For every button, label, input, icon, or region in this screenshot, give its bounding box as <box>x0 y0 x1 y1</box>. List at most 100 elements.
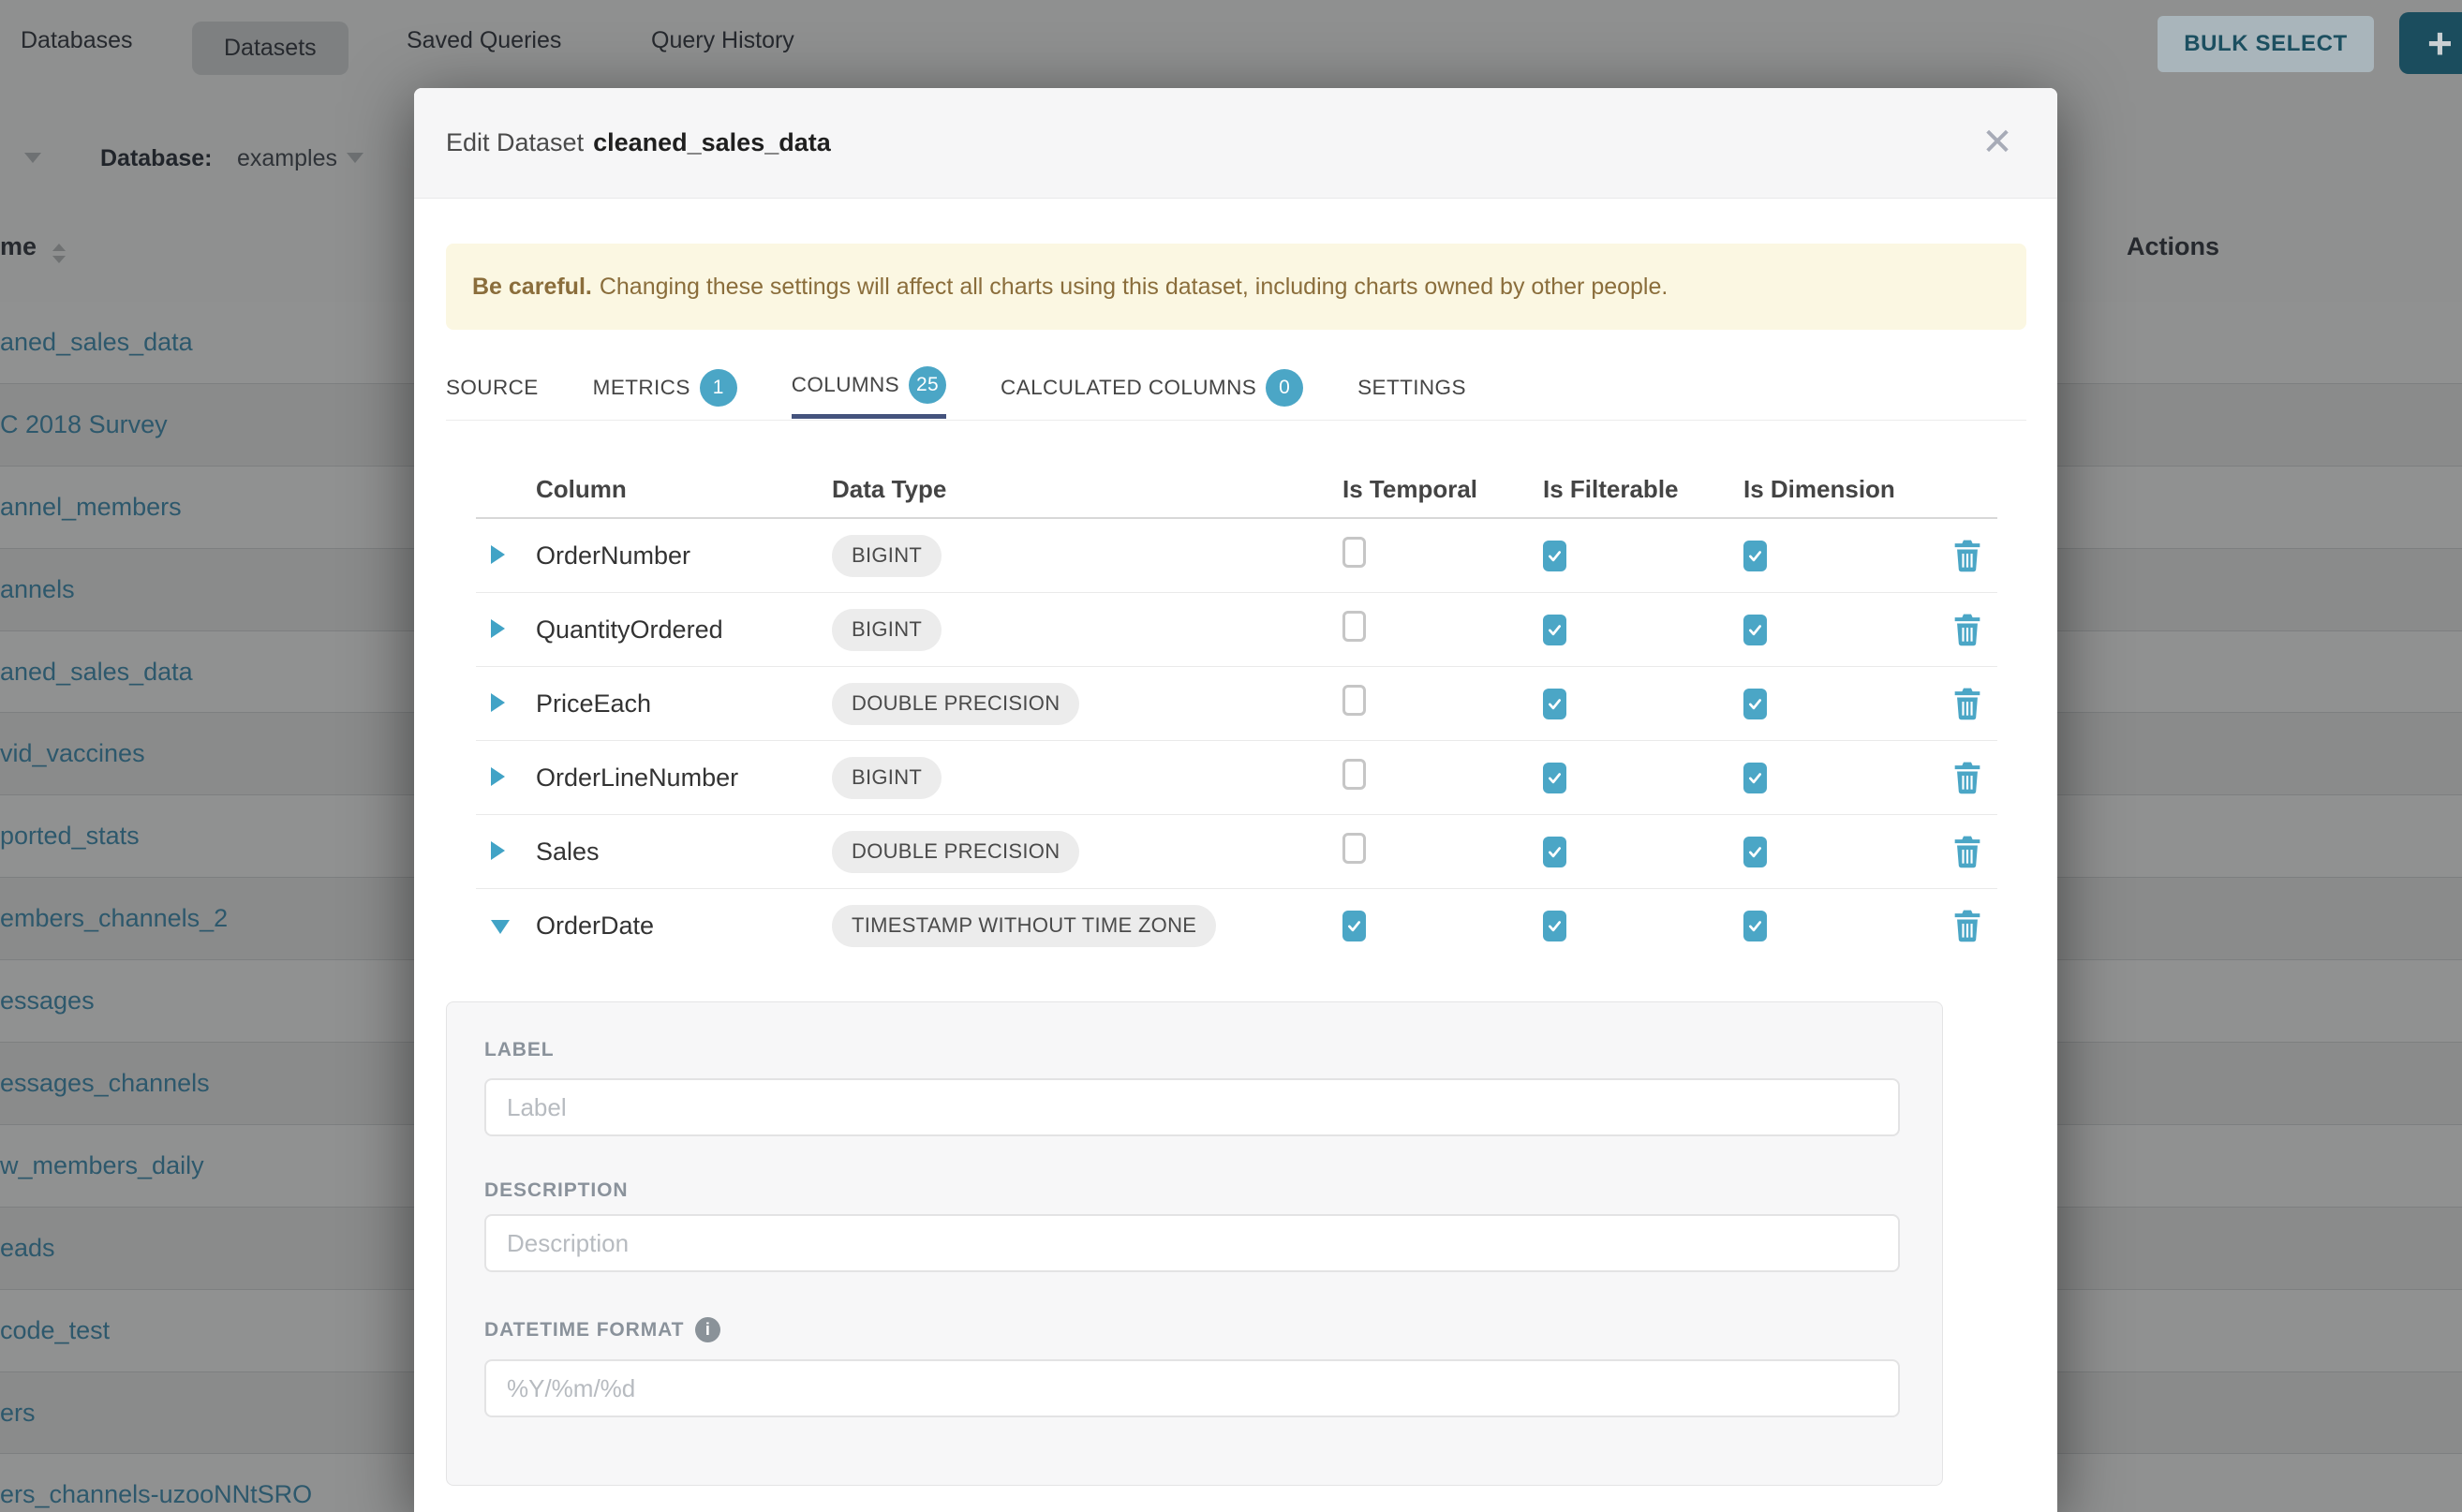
tab-columns[interactable]: COLUMNS25 <box>792 356 946 419</box>
checkbox-checked[interactable] <box>1743 615 1767 645</box>
delete-icon[interactable] <box>1953 761 1981 794</box>
dataset-link[interactable]: aned_sales_data <box>0 328 193 357</box>
dataset-link[interactable]: annel_members <box>0 493 182 522</box>
checkbox-checked[interactable] <box>1543 837 1566 867</box>
screen: Databases Datasets Saved Queries Query H… <box>0 0 2462 1512</box>
delete-icon[interactable] <box>1953 539 1981 572</box>
checkbox-unchecked[interactable] <box>1342 759 1366 790</box>
warning-bold: Be careful. <box>472 274 592 301</box>
checkbox-checked[interactable] <box>1743 837 1767 867</box>
tab-count-badge: 0 <box>1266 369 1303 407</box>
header-column: Column <box>536 475 832 504</box>
modal-title-dataset-name: cleaned_sales_data <box>593 128 831 157</box>
database-filter-value[interactable]: examples <box>237 145 337 172</box>
checkbox-checked[interactable] <box>1543 615 1566 645</box>
checkbox-checked[interactable] <box>1543 689 1566 719</box>
tab-label: SOURCE <box>446 376 539 400</box>
dataset-link[interactable]: w_members_daily <box>0 1151 204 1180</box>
checkbox-checked[interactable] <box>1743 689 1767 719</box>
data-type-pill: TIMESTAMP WITHOUT TIME ZONE <box>832 905 1216 947</box>
expand-caret-icon[interactable] <box>491 693 505 712</box>
tab-label: CALCULATED COLUMNS <box>1001 376 1256 400</box>
nav-tab-databases[interactable]: Databases <box>21 0 133 82</box>
tab-metrics[interactable]: METRICS1 <box>593 356 737 419</box>
data-type-pill: DOUBLE PRECISION <box>832 831 1079 873</box>
nav-tab-query-history[interactable]: Query History <box>651 0 794 82</box>
description-input[interactable] <box>484 1214 1900 1272</box>
warning-text: Changing these settings will affect all … <box>600 274 1669 301</box>
tab-label: METRICS <box>593 376 690 400</box>
close-icon[interactable]: ✕ <box>1975 120 2020 165</box>
column-name: OrderNumber <box>536 541 832 571</box>
dataset-link[interactable]: embers_channels_2 <box>0 904 228 933</box>
checkbox-unchecked[interactable] <box>1342 611 1366 642</box>
datetime-format-label-text: DATETIME FORMAT <box>484 1319 684 1342</box>
checkbox-checked[interactable] <box>1543 763 1566 793</box>
column-name: OrderLineNumber <box>536 763 832 793</box>
database-filter-label: Database: <box>100 145 213 172</box>
checkbox-unchecked[interactable] <box>1342 685 1366 716</box>
header-is-dimension: Is Dimension <box>1738 475 1938 504</box>
collapse-caret-icon[interactable] <box>491 920 510 934</box>
dataset-link[interactable]: eads <box>0 1234 55 1263</box>
expand-caret-icon[interactable] <box>491 767 505 786</box>
checkbox-checked[interactable] <box>1743 911 1767 941</box>
checkbox-unchecked[interactable] <box>1342 833 1366 864</box>
column-detail-panel: LABEL DESCRIPTION DATETIME FORMAT i <box>446 1001 1943 1486</box>
dataset-link[interactable]: essages_channels <box>0 1069 210 1098</box>
delete-icon[interactable] <box>1953 909 1981 942</box>
modal-title: Edit Dataset cleaned_sales_data <box>446 88 831 198</box>
warning-banner: Be careful. Changing these settings will… <box>446 244 2026 330</box>
nav-tab-saved-queries[interactable]: Saved Queries <box>407 0 561 82</box>
header-is-temporal: Is Temporal <box>1337 475 1537 504</box>
dataset-link[interactable]: code_test <box>0 1316 110 1345</box>
dataset-link[interactable]: annels <box>0 575 75 604</box>
dataset-link[interactable]: vid_vaccines <box>0 739 145 768</box>
checkbox-checked[interactable] <box>1543 541 1566 571</box>
columns-table-header: Column Data Type Is Temporal Is Filterab… <box>476 461 1997 519</box>
bulk-select-button[interactable]: BULK SELECT <box>2158 16 2374 72</box>
checkbox-checked[interactable] <box>1743 763 1767 793</box>
column-row: PriceEachDOUBLE PRECISION <box>476 667 1997 741</box>
delete-icon[interactable] <box>1953 835 1981 868</box>
checkbox-checked[interactable] <box>1543 911 1566 941</box>
checkbox-unchecked[interactable] <box>1342 537 1366 568</box>
dataset-link[interactable]: C 2018 Survey <box>0 410 168 439</box>
filter-chevron-down-icon[interactable] <box>24 153 41 163</box>
tab-settings[interactable]: SETTINGS <box>1357 356 1466 419</box>
tab-calculated-columns[interactable]: CALCULATED COLUMNS 0 <box>1001 356 1303 419</box>
expand-caret-icon[interactable] <box>491 619 505 638</box>
delete-icon[interactable] <box>1953 613 1981 646</box>
datetime-format-input[interactable] <box>484 1359 1900 1417</box>
description-field-label: DESCRIPTION <box>484 1179 628 1202</box>
database-chevron-down-icon[interactable] <box>347 153 363 163</box>
plus-icon: + <box>2427 18 2453 68</box>
expand-caret-icon[interactable] <box>491 545 505 564</box>
tab-label: SETTINGS <box>1357 376 1466 400</box>
label-input[interactable] <box>484 1078 1900 1136</box>
data-type-pill: BIGINT <box>832 535 942 577</box>
label-field-label: LABEL <box>484 1039 555 1061</box>
nav-tab-datasets-active[interactable]: Datasets <box>192 22 349 75</box>
dataset-link[interactable]: ers_channels-uzooNNtSRO <box>0 1480 312 1509</box>
datetime-format-field-label: DATETIME FORMAT i <box>484 1317 720 1342</box>
column-name: PriceEach <box>536 689 832 719</box>
dataset-link[interactable]: ers <box>0 1399 36 1428</box>
name-column-header[interactable]: me <box>0 232 37 261</box>
description-field-label-text: DESCRIPTION <box>484 1179 628 1202</box>
actions-column-header: Actions <box>2127 232 2219 261</box>
delete-icon[interactable] <box>1953 687 1981 720</box>
expand-caret-icon[interactable] <box>491 841 505 860</box>
tab-count-badge: 25 <box>909 366 946 404</box>
sort-icon[interactable] <box>52 244 66 263</box>
dataset-link[interactable]: ported_stats <box>0 822 140 851</box>
column-row: SalesDOUBLE PRECISION <box>476 815 1997 889</box>
column-row: OrderNumberBIGINT <box>476 519 1997 593</box>
add-dataset-button[interactable]: + <box>2399 12 2462 74</box>
checkbox-checked[interactable] <box>1743 541 1767 571</box>
checkbox-checked[interactable] <box>1342 911 1366 941</box>
dataset-link[interactable]: aned_sales_data <box>0 658 193 687</box>
dataset-link[interactable]: essages <box>0 986 95 1015</box>
info-icon[interactable]: i <box>695 1317 720 1342</box>
tab-source[interactable]: SOURCE <box>446 356 539 419</box>
